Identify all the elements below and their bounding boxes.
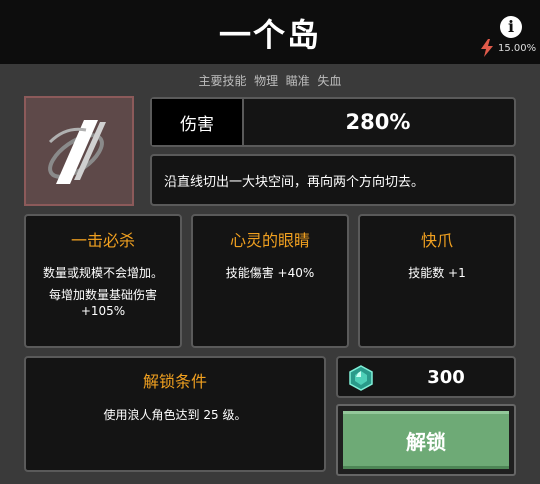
damage-panel: 伤害 280%: [150, 97, 516, 147]
trait-desc-line: +105%: [80, 304, 126, 318]
trait-title: 心灵的眼睛: [229, 231, 310, 250]
info-icon[interactable]: i: [500, 16, 522, 38]
drop-rate-value: 15.00%: [498, 42, 537, 54]
trait-desc-line: 每增加数量基础伤害: [48, 288, 157, 302]
unlock-condition-title: 解锁条件: [142, 372, 207, 391]
trait-description: 技能数 +1: [360, 265, 514, 281]
trait-title: 一击必杀: [70, 231, 135, 250]
unlock-button[interactable]: 解锁: [336, 404, 516, 476]
drop-rate: 15.00%: [480, 38, 536, 58]
skill-description: 沿直线切出一大块空间，再向两个方向切去。: [164, 174, 425, 190]
skill-description-panel: 沿直线切出一大块空间，再向两个方向切去。: [150, 154, 516, 206]
page-title: 一个岛: [218, 16, 321, 54]
trait-desc-line: 数量或规模不会增加。: [42, 266, 163, 280]
slash-skill-icon: [48, 120, 106, 184]
lightning-bolt-icon: [481, 39, 493, 57]
trait-desc-line: 技能数 +1: [408, 266, 466, 280]
header-bar: 一个岛 i 15.00%: [0, 0, 540, 64]
unlock-button-label[interactable]: 解锁: [343, 411, 509, 469]
unlock-condition-description: 使用浪人角色达到 25 级。: [103, 408, 247, 422]
trait-desc-line: 技能傷害 +40%: [225, 266, 315, 280]
unlock-condition-panel: 解锁条件 使用浪人角色达到 25 级。: [24, 356, 326, 472]
unlock-cost-panel: 300: [336, 356, 516, 398]
unlock-cost-value: 300: [427, 366, 465, 388]
damage-value: 280%: [345, 110, 411, 134]
trait-description: 技能傷害 +40%: [193, 265, 347, 281]
trait-title: 快爪: [420, 231, 453, 250]
trait-card-1: 一击必杀 数量或规模不会增加。 每增加数量基础伤害 +105%: [24, 214, 182, 348]
trait-card-3: 快爪 技能数 +1: [358, 214, 516, 348]
gem-icon: [349, 365, 373, 391]
skill-tags: 主要技能 物理 瞄准 失血: [198, 74, 342, 88]
trait-card-2: 心灵的眼睛 技能傷害 +40%: [191, 214, 349, 348]
skill-icon-frame: [24, 96, 134, 206]
trait-description: 数量或规模不会增加。 每增加数量基础伤害 +105%: [26, 265, 180, 319]
damage-label: 伤害: [152, 99, 244, 145]
